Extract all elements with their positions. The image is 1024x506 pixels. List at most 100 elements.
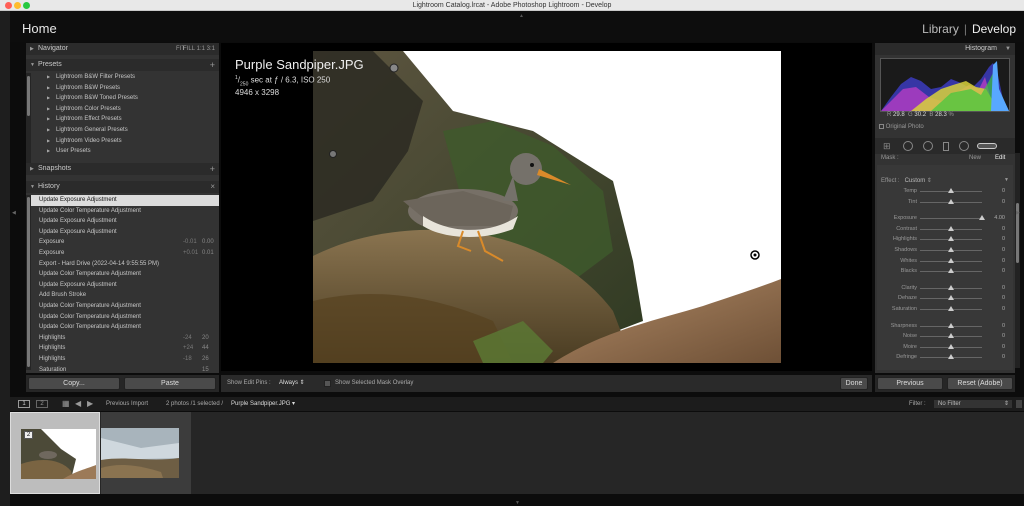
collapse-right-arrow-icon[interactable]: ▶ [1016, 210, 1020, 216]
history-item[interactable]: Exposure +0.01 0.01 [26, 248, 219, 259]
preset-folder[interactable]: ▶ Lightroom B&W Presets [26, 82, 211, 94]
selected-filename[interactable]: Purple Sandpiper.JPG ▾ [231, 397, 295, 411]
filter-select[interactable]: No Filter ⇕ [934, 400, 1012, 408]
clear-history-button[interactable]: × [210, 181, 215, 193]
slider-value[interactable]: 0 [1002, 186, 1005, 197]
history-item[interactable]: Update Color Temperature Adjustment [26, 206, 219, 217]
slider-dehaze[interactable]: Dehaze 0 [875, 293, 1015, 304]
preset-folder[interactable]: ▶ Lightroom Effect Presets [26, 114, 211, 125]
slider-noise[interactable]: Noise 0 [875, 331, 1015, 342]
slider-value[interactable]: 0 [1002, 224, 1005, 235]
histogram-header[interactable]: Histogram ▼ [875, 43, 1015, 55]
reset-button[interactable]: Reset (Adobe) [947, 377, 1013, 390]
history-item[interactable]: Highlights +24 44 [26, 343, 219, 354]
previous-button[interactable]: Previous [877, 377, 943, 390]
slider-handle[interactable] [979, 215, 985, 221]
slider-handle[interactable] [948, 295, 954, 301]
crop-tool-icon[interactable]: ⊞ [883, 141, 891, 152]
history-item[interactable]: Update Color Temperature Adjustment [26, 301, 219, 312]
zoom-fill[interactable]: FILL [183, 43, 195, 55]
module-library[interactable]: Library [922, 22, 959, 36]
filmstrip-thumb-selected[interactable]: 2 [10, 412, 100, 494]
add-snapshot-button[interactable]: + [210, 163, 215, 175]
zoom-3-1[interactable]: 3:1 [207, 43, 215, 55]
original-photo-checkbox[interactable] [879, 124, 884, 129]
slider-value[interactable]: 0 [1002, 352, 1005, 363]
slider-handle[interactable] [948, 236, 954, 242]
slider-value[interactable]: 0 [1002, 283, 1005, 294]
slider-whites[interactable]: Whites 0 [875, 256, 1015, 267]
slider-handle[interactable] [948, 322, 954, 328]
preset-folder[interactable]: ▶ Lightroom B&W Filter Presets [26, 72, 211, 83]
filmstrip-thumb[interactable] [101, 412, 191, 494]
slider-handle[interactable] [948, 257, 954, 263]
right-scrollbar[interactable] [1015, 153, 1020, 368]
slider-value[interactable]: 4.00 [994, 213, 1005, 224]
slider-moire[interactable]: Moire 0 [875, 342, 1015, 353]
graduated-filter-icon[interactable] [943, 142, 949, 151]
zoom-1-1[interactable]: 1:1 [197, 43, 205, 55]
forward-arrow-icon[interactable]: ▶ [87, 399, 93, 408]
history-item[interactable]: Add Brush Stroke [26, 290, 219, 301]
collapse-icon[interactable]: ▼ [1004, 177, 1009, 183]
history-item[interactable]: Exposure -0.01 0.00 [26, 237, 219, 248]
home-button[interactable]: Home [22, 21, 57, 36]
module-develop[interactable]: Develop [972, 22, 1016, 36]
slider-value[interactable]: 0 [1002, 256, 1005, 267]
slider-handle[interactable] [948, 247, 954, 252]
mask-overlay-checkbox[interactable] [324, 380, 331, 387]
slider-saturation[interactable]: Saturation 0 [875, 304, 1015, 315]
slider-value[interactable]: 0 [1002, 331, 1005, 342]
history-item[interactable]: Highlights -18 26 [26, 354, 219, 365]
slider-value[interactable]: 0 [1002, 304, 1005, 315]
slider-handle[interactable] [948, 225, 954, 231]
redeye-icon[interactable] [923, 141, 933, 151]
snapshots-header[interactable]: ▶ Snapshots + [26, 163, 219, 175]
slider-temp[interactable]: Temp 0 [875, 186, 1015, 197]
preset-folder[interactable]: ▶ Lightroom General Presets [26, 125, 211, 136]
history-item[interactable]: Update Exposure Adjustment [26, 195, 219, 206]
slider-value[interactable]: 0 [1002, 245, 1005, 256]
mask-edit-button[interactable]: Edit [995, 155, 1005, 161]
history-scrollbar[interactable] [26, 195, 31, 370]
slider-contrast[interactable]: Contrast 0 [875, 224, 1015, 235]
slider-defringe[interactable]: Defringe 0 [875, 352, 1015, 363]
radial-filter-icon[interactable] [959, 141, 969, 151]
adjustment-brush-icon[interactable] [977, 143, 997, 149]
primary-window-button[interactable]: 1 [18, 400, 30, 408]
slider-shadows[interactable]: Shadows 0 [875, 245, 1015, 256]
slider-handle[interactable] [948, 343, 954, 349]
slider-handle[interactable] [948, 188, 954, 193]
copy-button[interactable]: Copy... [28, 377, 120, 390]
history-item[interactable]: Update Color Temperature Adjustment [26, 269, 219, 280]
collapse-top-arrow-icon[interactable]: ▲ [519, 13, 524, 19]
slider-handle[interactable] [948, 268, 954, 274]
filter-lock-icon[interactable] [1016, 400, 1022, 408]
show-edit-pins-select[interactable]: Always ⇕ [279, 375, 305, 392]
history-item[interactable]: Update Exposure Adjustment [26, 227, 219, 238]
slider-handle[interactable] [948, 306, 954, 311]
effect-row[interactable]: Effect : Custom ⇕ [881, 177, 932, 184]
histogram-graph[interactable] [880, 58, 1010, 112]
slider-handle[interactable] [948, 198, 954, 204]
slider-sharpness[interactable]: Sharpness 0 [875, 321, 1015, 332]
preset-folder[interactable]: ▶ Lightroom B&W Toned Presets [26, 93, 211, 104]
slider-exposure[interactable]: Exposure 4.00 [875, 213, 1015, 224]
collapse-bottom-arrow-icon[interactable]: ▼ [515, 500, 520, 506]
collapse-left-arrow-icon[interactable]: ◀ [12, 210, 16, 216]
edit-pin-icon[interactable] [329, 150, 337, 158]
slider-value[interactable]: 0 [1002, 197, 1005, 208]
history-item[interactable]: Update Exposure Adjustment [26, 216, 219, 227]
preset-folder[interactable]: ▶ Lightroom Video Presets [26, 135, 211, 147]
history-item[interactable]: Update Color Temperature Adjustment [26, 322, 219, 333]
slider-blacks[interactable]: Blacks 0 [875, 266, 1015, 277]
done-button[interactable]: Done [840, 377, 868, 390]
slider-highlights[interactable]: Highlights 0 [875, 234, 1015, 245]
mask-new-button[interactable]: New [969, 155, 981, 161]
slider-value[interactable]: 0 [1002, 266, 1005, 277]
back-arrow-icon[interactable]: ◀ [75, 399, 81, 408]
slider-handle[interactable] [948, 333, 954, 339]
preset-folder[interactable]: ▶ Lightroom Color Presets [26, 103, 211, 115]
navigator-header[interactable]: ▶ Navigator FIT FILL 1:1 3:1 [26, 43, 219, 55]
secondary-window-button[interactable]: 2 [36, 400, 48, 408]
